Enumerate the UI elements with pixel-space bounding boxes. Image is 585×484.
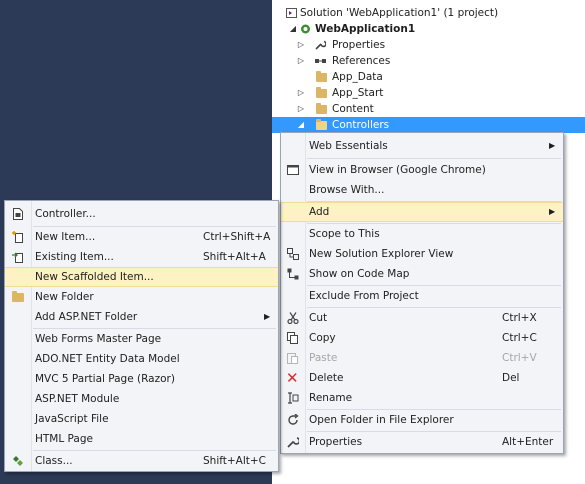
folder-open-icon <box>316 119 327 130</box>
menu-item-show-on-code-map[interactable]: Show on Code Map <box>281 264 563 284</box>
submenu-item-add-aspnet-folder[interactable]: Add ASP.NET Folder ▶ <box>5 307 278 327</box>
expand-arrow-icon[interactable]: ▷ <box>296 53 306 69</box>
menu-item-view-in-browser[interactable]: View in Browser (Google Chrome) <box>281 160 563 180</box>
menu-item-delete[interactable]: ✕ Delete Del <box>281 368 563 388</box>
expand-arrow-icon[interactable]: ▷ <box>296 85 306 101</box>
menu-item-paste: Paste Ctrl+V <box>281 348 563 368</box>
folder-icon <box>316 103 327 114</box>
folder-icon <box>316 71 327 82</box>
menu-item-exclude-from-project[interactable]: Exclude From Project <box>281 286 563 306</box>
tree-label: Content <box>332 103 374 115</box>
submenu-item-aspnet-module[interactable]: ASP.NET Module <box>5 389 278 409</box>
submenu-item-existing-item[interactable]: Existing Item... Shift+Alt+A <box>5 247 278 267</box>
menu-item-copy[interactable]: Copy Ctrl+C <box>281 328 563 348</box>
expand-arrow-icon[interactable]: ▷ <box>296 37 306 53</box>
collapse-arrow-icon[interactable]: ◢ <box>296 117 306 133</box>
submenu-item-controller[interactable]: Controller... <box>5 204 278 224</box>
tree-label: App_Data <box>332 71 383 83</box>
wrench-icon <box>287 437 299 448</box>
tree-node-app-data[interactable]: App_Data <box>272 69 585 85</box>
tree-project-node[interactable]: ◢ WebApplication1 <box>272 21 585 37</box>
solution-label: Solution 'WebApplication1' (1 project) <box>300 7 499 19</box>
menu-item-web-essentials[interactable]: Web Essentials ▶ <box>281 136 563 156</box>
scissors-icon <box>287 312 299 324</box>
tree-solution-node[interactable]: Solution 'WebApplication1' (1 project) <box>272 5 585 21</box>
menu-item-new-solution-explorer-view[interactable]: New Solution Explorer View <box>281 244 563 264</box>
menu-item-scope-to-this[interactable]: Scope to This <box>281 224 563 244</box>
submenu-item-new-scaffolded-item[interactable]: New Scaffolded Item... <box>5 267 278 287</box>
menu-item-open-folder[interactable]: Open Folder in File Explorer <box>281 410 563 430</box>
tree-node-app-start[interactable]: ▷ App_Start <box>272 85 585 101</box>
code-map-icon <box>287 268 299 280</box>
solution-explorer-view-icon <box>287 248 299 260</box>
project-label: WebApplication1 <box>315 23 416 35</box>
tree-node-references[interactable]: ▷ References <box>272 53 585 69</box>
tree-label: App_Start <box>332 87 384 99</box>
submenu-arrow-icon: ▶ <box>549 141 556 150</box>
web-project-icon <box>301 24 310 34</box>
expand-arrow-icon[interactable]: ▷ <box>296 101 306 117</box>
add-submenu: Controller... New Item... Ctrl+Shift+A E… <box>4 200 279 472</box>
submenu-item-ado-net-entity-data-model[interactable]: ADO.NET Entity Data Model <box>5 349 278 369</box>
tree-node-content[interactable]: ▷ Content <box>272 101 585 117</box>
menu-item-add[interactable]: Add ▶ <box>281 202 563 222</box>
collapse-arrow-icon[interactable]: ◢ <box>288 21 298 37</box>
folder-icon <box>12 291 24 302</box>
menu-item-browse-with[interactable]: Browse With... <box>281 180 563 200</box>
menu-item-rename[interactable]: Rename <box>281 388 563 408</box>
tree-node-controllers[interactable]: ◢ Controllers <box>272 117 585 133</box>
references-icon <box>315 59 326 63</box>
submenu-item-mvc5-partial-page[interactable]: MVC 5 Partial Page (Razor) <box>5 369 278 389</box>
controller-file-icon <box>13 208 23 220</box>
refresh-arrow-icon <box>288 414 299 425</box>
submenu-item-html-page[interactable]: HTML Page <box>5 429 278 449</box>
context-menu: Web Essentials ▶ View in Browser (Google… <box>280 132 564 454</box>
menu-item-cut[interactable]: Cut Ctrl+X <box>281 308 563 328</box>
tree-label: Properties <box>332 39 386 51</box>
submenu-item-new-item[interactable]: New Item... Ctrl+Shift+A <box>5 227 278 247</box>
submenu-arrow-icon: ▶ <box>549 207 556 216</box>
new-item-icon <box>12 231 23 243</box>
solution-icon <box>286 8 297 18</box>
browser-icon <box>287 165 299 175</box>
existing-item-icon <box>12 252 23 263</box>
tree-label: Controllers <box>332 119 390 131</box>
copy-icon <box>287 332 298 344</box>
wrench-icon <box>315 40 326 50</box>
delete-x-icon: ✕ <box>286 369 299 387</box>
submenu-item-web-forms-master-page[interactable]: Web Forms Master Page <box>5 329 278 349</box>
submenu-item-new-folder[interactable]: New Folder <box>5 287 278 307</box>
class-icon <box>13 456 23 466</box>
rename-icon <box>288 392 299 404</box>
tree-label: References <box>332 55 391 67</box>
submenu-item-javascript-file[interactable]: JavaScript File <box>5 409 278 429</box>
submenu-arrow-icon: ▶ <box>264 312 271 321</box>
paste-icon <box>287 353 298 364</box>
submenu-item-class[interactable]: Class... Shift+Alt+C <box>5 451 278 471</box>
folder-icon <box>316 87 327 98</box>
menu-item-properties[interactable]: Properties Alt+Enter <box>281 432 563 452</box>
tree-node-properties[interactable]: ▷ Properties <box>272 37 585 53</box>
